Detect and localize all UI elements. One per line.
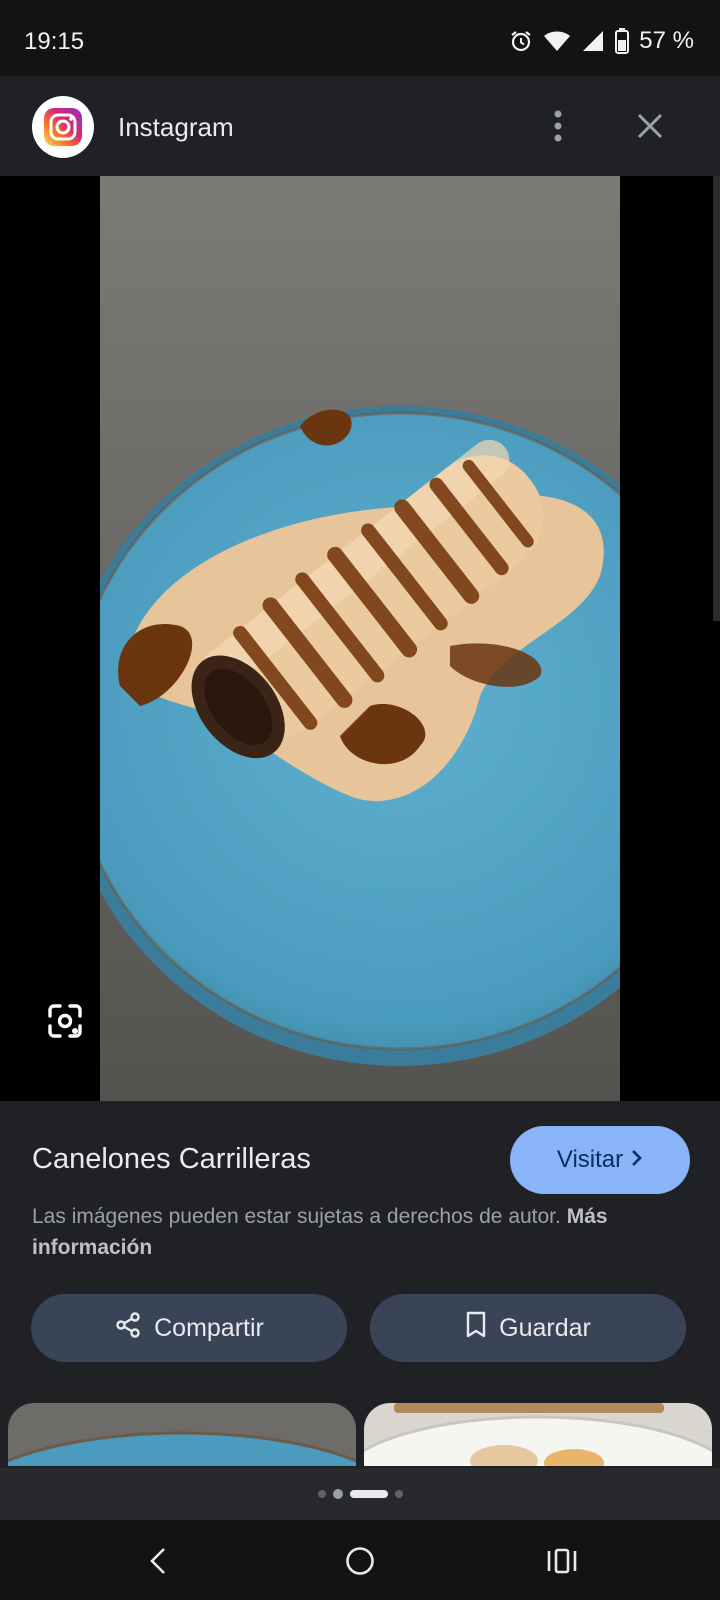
home-icon[interactable] xyxy=(335,1536,385,1586)
status-time: 19:15 xyxy=(24,28,85,55)
status-bar: 19:15 57 % xyxy=(0,0,720,76)
more-vert-icon[interactable] xyxy=(540,104,576,148)
google-lens-icon[interactable] xyxy=(40,996,90,1046)
signal-icon xyxy=(581,29,605,53)
status-icons: 57 % xyxy=(509,26,694,56)
scrollbar[interactable] xyxy=(713,176,720,621)
result-info-panel: Canelones Carrilleras Visitar Las imágen… xyxy=(0,1101,720,1520)
chevron-right-icon xyxy=(631,1146,643,1174)
save-label: Guardar xyxy=(499,1313,591,1342)
copyright-notice: Las imágenes pueden estar sujetas a dere… xyxy=(32,1201,682,1263)
battery-percent: 57 % xyxy=(639,27,694,54)
food-photo[interactable] xyxy=(100,176,620,1101)
page-dot[interactable] xyxy=(394,1490,403,1498)
alarm-icon xyxy=(509,29,533,53)
page-indicator xyxy=(0,1468,720,1520)
result-header: Instagram xyxy=(0,76,720,176)
page-dot[interactable] xyxy=(317,1490,326,1498)
related-image-thumbnail[interactable] xyxy=(364,1403,712,1466)
close-icon[interactable] xyxy=(628,104,672,148)
page-dot-active[interactable] xyxy=(349,1490,388,1498)
share-icon xyxy=(114,1311,142,1346)
instagram-logo[interactable] xyxy=(32,96,94,158)
save-button[interactable]: Guardar xyxy=(370,1294,686,1362)
system-nav-bar xyxy=(0,1520,720,1600)
copyright-text: Las imágenes pueden estar sujetas a dere… xyxy=(32,1205,561,1228)
related-image-thumbnail[interactable] xyxy=(8,1403,356,1466)
wifi-icon xyxy=(543,29,571,53)
recents-icon[interactable] xyxy=(537,1536,587,1586)
share-button[interactable]: Compartir xyxy=(31,1294,347,1362)
page-dot[interactable] xyxy=(332,1489,343,1499)
share-label: Compartir xyxy=(154,1313,264,1342)
visit-button[interactable]: Visitar xyxy=(510,1126,690,1194)
image-viewer xyxy=(0,176,720,1101)
back-icon[interactable] xyxy=(133,1536,183,1586)
visit-label: Visitar xyxy=(556,1146,624,1173)
bookmark-icon xyxy=(465,1311,487,1346)
battery-icon xyxy=(615,28,630,54)
source-name[interactable]: Instagram xyxy=(118,112,234,143)
result-title[interactable]: Canelones Carrilleras xyxy=(32,1143,311,1176)
